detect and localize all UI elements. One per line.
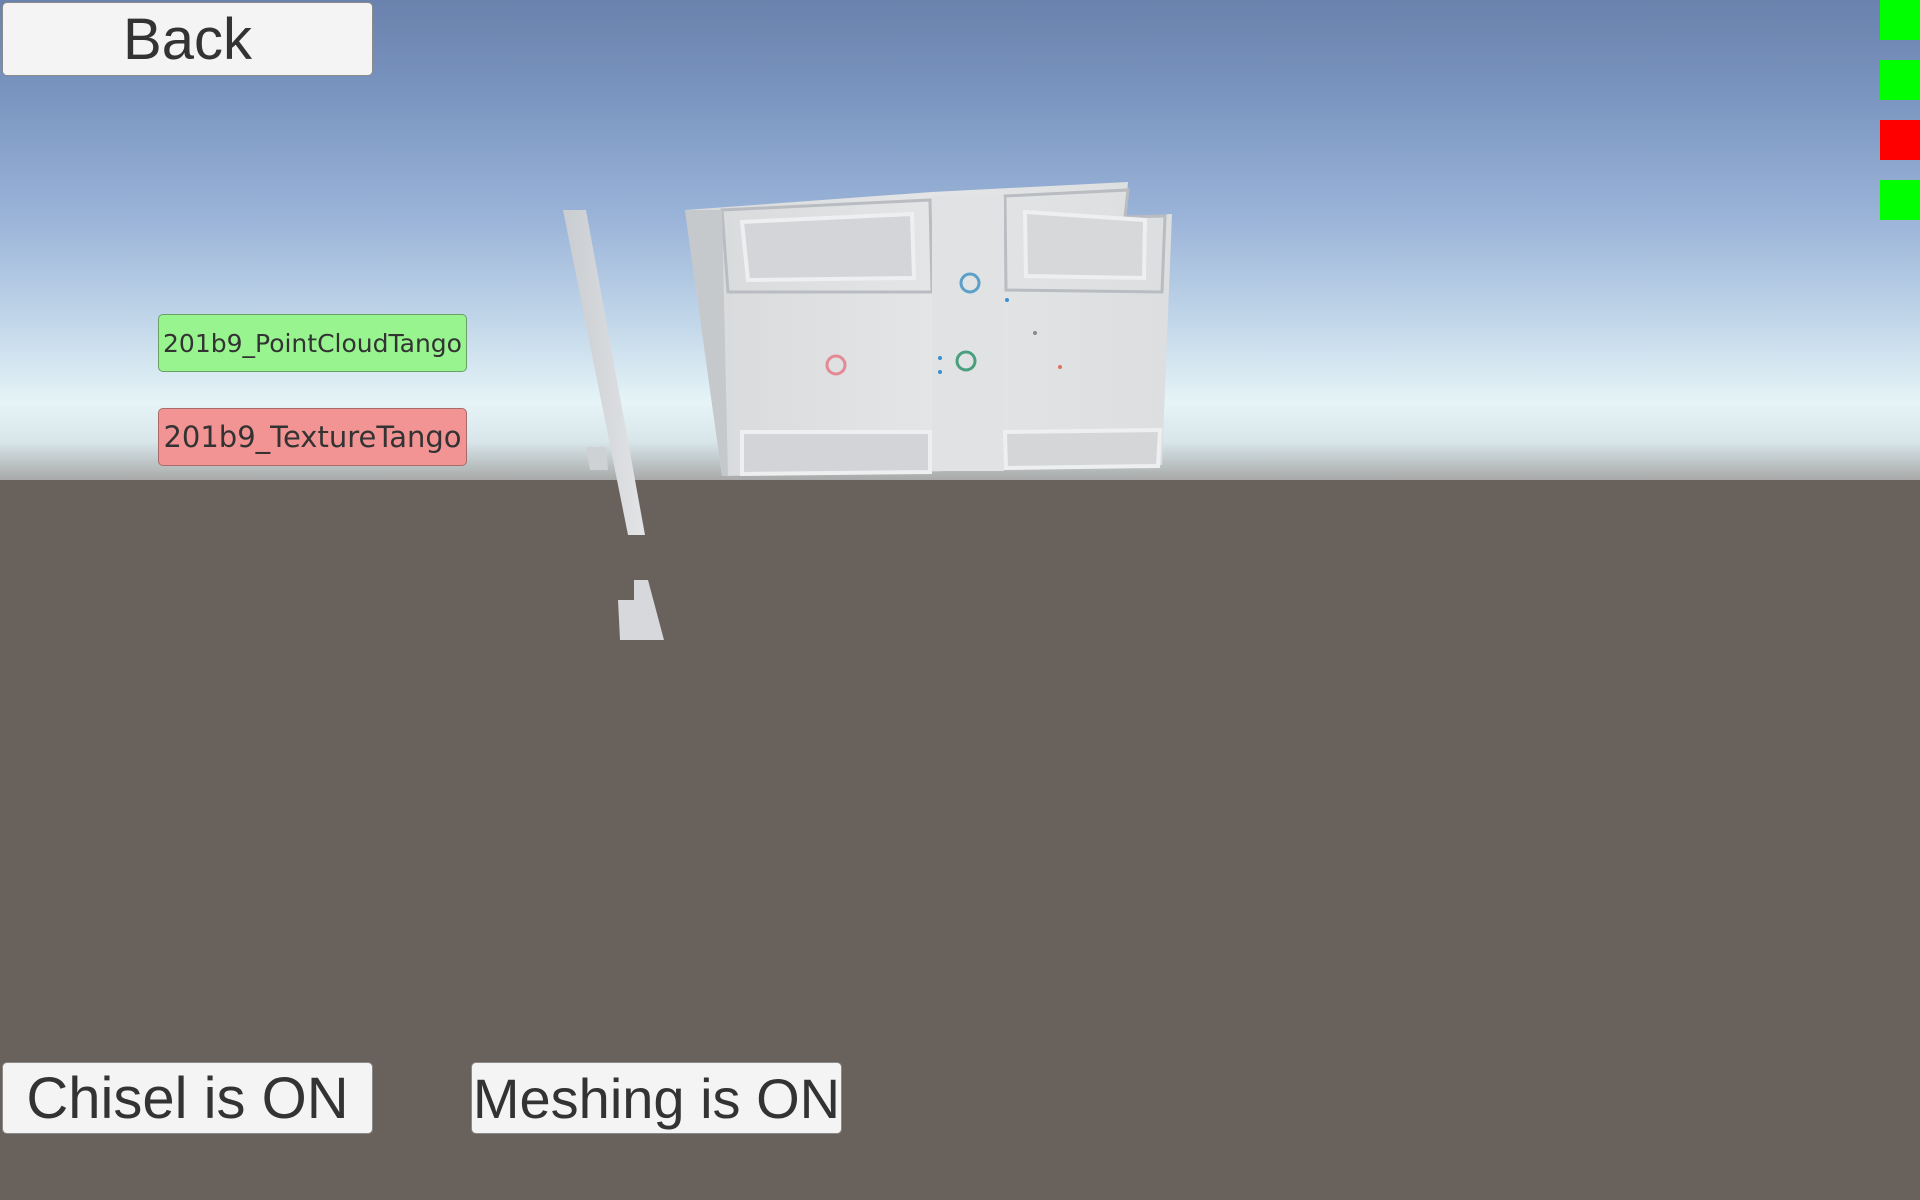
status-indicator-4 [1880, 180, 1920, 220]
scanned-scene [563, 182, 1172, 640]
door-frame-mesh [563, 210, 664, 640]
layer-toggle-texture[interactable]: 201b9_TextureTango [158, 408, 467, 466]
door-mesh [685, 182, 1172, 477]
layer-toggle-pointcloud[interactable]: 201b9_PointCloudTango [158, 314, 467, 372]
status-indicator-3 [1880, 120, 1920, 160]
meshing-toggle-button[interactable]: Meshing is ON [471, 1062, 842, 1134]
status-indicator-1 [1880, 0, 1920, 40]
chisel-toggle-button[interactable]: Chisel is ON [2, 1062, 373, 1134]
3d-viewport[interactable]: Back 201b9_PointCloudTango 201b9_Texture… [0, 0, 1920, 1200]
back-button[interactable]: Back [2, 2, 373, 76]
status-indicator-2 [1880, 60, 1920, 100]
